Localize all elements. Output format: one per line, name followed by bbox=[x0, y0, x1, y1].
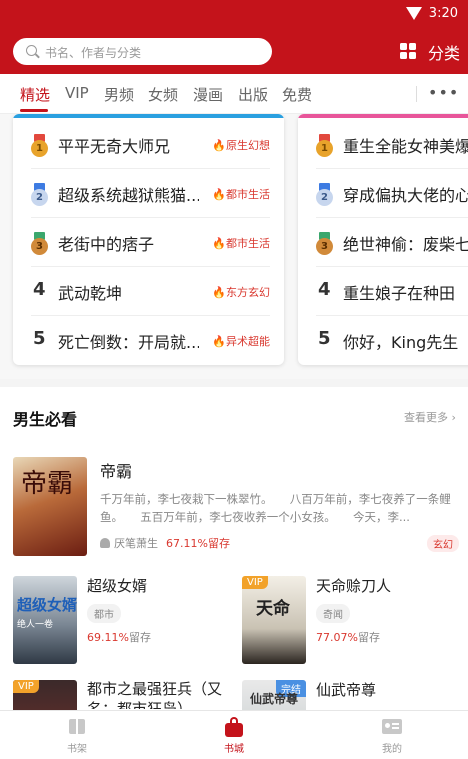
bronze-medal-icon: 3 bbox=[31, 232, 48, 255]
retention-rate: 77.07%留存 bbox=[316, 631, 380, 644]
rank-number: 4 bbox=[33, 279, 46, 300]
tab-male[interactable]: 男频 bbox=[104, 84, 134, 105]
silver-medal-icon: 2 bbox=[316, 183, 333, 206]
search-input[interactable]: 书名、作者与分类 bbox=[13, 38, 272, 65]
tab-publishing[interactable]: 出版 bbox=[238, 84, 268, 105]
ranking-card: 1 重生全能女神美爆 2 穿成偏执大佬的心 3 绝世神偷：废柴七 4 重生娘子在… bbox=[298, 114, 468, 365]
genre-tag: 都市 bbox=[87, 604, 121, 623]
ranking-row[interactable]: 3 绝世神偷：废柴七 bbox=[298, 218, 468, 267]
bookshelf-icon bbox=[67, 717, 87, 737]
ranking-row[interactable]: 2 穿成偏执大佬的心 bbox=[298, 169, 468, 218]
ranking-title: 超级系统越狱熊猫... bbox=[58, 186, 199, 205]
ranking-row[interactable]: 2 超级系统越狱熊猫... 🔥都市生活 bbox=[13, 169, 284, 218]
ranking-row[interactable]: 4 重生娘子在种田 bbox=[298, 267, 468, 316]
nav-label: 我的 bbox=[382, 744, 402, 755]
status-bar: 3:20 bbox=[0, 0, 468, 28]
tab-divider bbox=[416, 86, 417, 102]
active-tab-indicator bbox=[20, 109, 48, 112]
featured-book-desc: 千万年前，李七夜栽下一株翠竹。 八百万年前，李七夜养了一条鲤鱼。 五百万年前，李… bbox=[100, 492, 451, 524]
search-placeholder: 书名、作者与分类 bbox=[45, 46, 142, 60]
ranking-row[interactable]: 3 老街中的痞子 🔥都市生活 bbox=[13, 218, 284, 267]
tab-vip[interactable]: VIP bbox=[65, 84, 89, 102]
shopping-bag-icon bbox=[224, 717, 244, 737]
silver-medal-icon: 2 bbox=[31, 183, 48, 206]
cover-title-art: 帝霸 bbox=[21, 469, 74, 499]
see-more-link[interactable]: 查看更多 › bbox=[404, 409, 456, 425]
bronze-medal-icon: 3 bbox=[316, 232, 333, 255]
tab-featured[interactable]: 精选 bbox=[20, 84, 50, 105]
more-icon[interactable]: ••• bbox=[428, 83, 459, 102]
nav-label: 书城 bbox=[224, 744, 244, 755]
rank-number: 5 bbox=[318, 328, 331, 349]
wifi-icon bbox=[406, 7, 422, 20]
book-cover[interactable]: 超级女婿 绝人一卷 bbox=[13, 576, 77, 664]
genre-tag: 奇闻 bbox=[316, 604, 350, 623]
book-cover[interactable]: VIP 天命 bbox=[242, 576, 306, 664]
ranking-title: 穿成偏执大佬的心 bbox=[343, 186, 468, 205]
search-icon bbox=[26, 45, 37, 56]
ranking-tag: 🔥都市生活 bbox=[212, 188, 270, 201]
ranking-title: 武动乾坤 bbox=[58, 284, 123, 303]
retention-rate: 69.11%留存 bbox=[87, 631, 151, 644]
rank-number: 4 bbox=[318, 279, 331, 300]
ranking-title: 绝世神偷：废柴七 bbox=[343, 235, 468, 254]
cover-title-art: 超级女婿 bbox=[17, 596, 77, 614]
ranking-title: 平平无奇大师兄 bbox=[58, 137, 171, 156]
gold-medal-icon: 1 bbox=[316, 134, 333, 157]
section-title: 男生必看 bbox=[13, 410, 78, 429]
ranking-tag: 🔥原生幻想 bbox=[212, 139, 270, 152]
category-label: 分类 bbox=[428, 44, 461, 63]
tab-female[interactable]: 女频 bbox=[148, 84, 178, 105]
app-header: 书名、作者与分类 分类 bbox=[0, 28, 468, 74]
status-time: 3:20 bbox=[428, 6, 458, 21]
book-title[interactable]: 仙武帝尊 bbox=[316, 679, 376, 700]
featured-book-cover[interactable]: 帝霸 bbox=[13, 457, 87, 556]
vip-badge: VIP bbox=[13, 680, 39, 693]
cover-title-art: 仙武帝尊 bbox=[250, 692, 299, 706]
author-icon bbox=[100, 538, 110, 548]
ranking-row[interactable]: 4 武动乾坤 🔥东方玄幻 bbox=[13, 267, 284, 316]
channel-tabs: 精选 VIP 男频 女频 漫画 出版 免费 ••• bbox=[0, 74, 468, 114]
gold-medal-icon: 1 bbox=[31, 134, 48, 157]
featured-book-title[interactable]: 帝霸 bbox=[100, 458, 132, 482]
ranking-row[interactable]: 1 重生全能女神美爆 bbox=[298, 120, 468, 169]
cover-title-art: 天命 bbox=[256, 599, 290, 619]
book-title[interactable]: 超级女婿 bbox=[87, 575, 147, 596]
book-title[interactable]: 天命赊刀人 bbox=[316, 575, 391, 596]
genre-tag: 玄幻 bbox=[427, 535, 459, 552]
ranking-area: 1 平平无奇大师兄 🔥原生幻想 2 超级系统越狱熊猫... 🔥都市生活 3 老街… bbox=[0, 114, 468, 379]
ranking-title: 重生娘子在种田 bbox=[343, 284, 456, 303]
nav-profile[interactable]: 我的 bbox=[362, 717, 422, 755]
ranking-title: 你好，King先生 bbox=[343, 333, 459, 352]
author-name: 厌笔萧生 bbox=[114, 537, 158, 550]
tab-comics[interactable]: 漫画 bbox=[193, 84, 223, 105]
profile-card-icon bbox=[382, 717, 402, 737]
grid-icon bbox=[400, 43, 416, 59]
retention-rate: 67.11%留存 bbox=[166, 537, 230, 550]
card-accent-bar bbox=[298, 114, 468, 118]
vip-badge: VIP bbox=[242, 576, 268, 589]
tab-free[interactable]: 免费 bbox=[282, 84, 312, 105]
nav-bookshelf[interactable]: 书架 bbox=[47, 717, 107, 755]
ranking-tag: 🔥都市生活 bbox=[212, 237, 270, 250]
featured-book-meta: 厌笔萧生 67.11%留存 bbox=[100, 535, 230, 551]
ranking-card: 1 平平无奇大师兄 🔥原生幻想 2 超级系统越狱熊猫... 🔥都市生活 3 老街… bbox=[13, 114, 284, 365]
ranking-tag: 🔥东方玄幻 bbox=[212, 286, 270, 299]
nav-label: 书架 bbox=[67, 744, 87, 755]
bottom-nav: 书架 书城 我的 bbox=[0, 710, 468, 759]
ranking-tag: 🔥异术超能 bbox=[212, 335, 270, 348]
cover-subtitle-art: 绝人一卷 bbox=[17, 620, 54, 630]
card-accent-bar bbox=[13, 114, 284, 118]
section-divider bbox=[0, 379, 468, 387]
book-title[interactable]: 都市之最强狂兵（又名：都市狂枭） bbox=[87, 679, 232, 709]
ranking-row[interactable]: 5 你好，King先生 bbox=[298, 316, 468, 365]
nav-bookstore[interactable]: 书城 bbox=[204, 717, 264, 755]
ranking-title: 死亡倒数：开局就... bbox=[58, 333, 199, 352]
rank-number: 5 bbox=[33, 328, 46, 349]
ranking-title: 老街中的痞子 bbox=[58, 235, 155, 254]
ranking-row[interactable]: 1 平平无奇大师兄 🔥原生幻想 bbox=[13, 120, 284, 169]
ranking-title: 重生全能女神美爆 bbox=[343, 137, 468, 156]
ranking-row[interactable]: 5 死亡倒数：开局就... 🔥异术超能 bbox=[13, 316, 284, 365]
